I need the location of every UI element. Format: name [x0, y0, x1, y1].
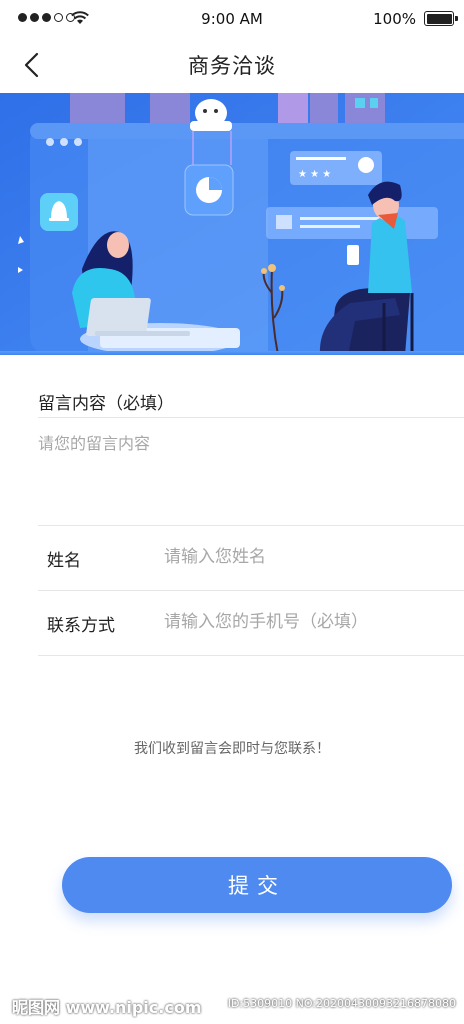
battery-icon [424, 11, 458, 26]
message-content-input[interactable] [38, 430, 438, 510]
phone-label: 联系方式 [47, 616, 115, 636]
nav-bar: 商务洽谈 [0, 38, 464, 92]
message-content-label: 留言内容（必填） [38, 394, 174, 414]
watermark-id: ID:5309010 NO:20200430093216878080 [227, 997, 456, 1010]
name-label: 姓名 [47, 551, 81, 571]
watermark-logo: 昵图网 www.nipic.com [12, 998, 202, 1017]
svg-text:★ ★ ★: ★ ★ ★ [298, 169, 331, 180]
status-bar: 9:00 AM 100% [0, 0, 464, 38]
hero-banner: ★ ★ ★ [0, 93, 464, 355]
divider [38, 417, 464, 418]
name-input[interactable] [164, 542, 454, 572]
page-title: 商务洽谈 [188, 54, 276, 78]
business-illustration: ★ ★ ★ [0, 93, 464, 355]
contact-notice: 我们收到留言会即时与您联系！ [134, 741, 330, 757]
phone-row: 联系方式 [38, 591, 464, 655]
submit-button[interactable]: 提交 [62, 857, 452, 913]
divider [38, 655, 464, 656]
name-row: 姓名 [38, 526, 464, 590]
battery-percentage: 100% [373, 10, 416, 28]
phone-input[interactable] [164, 607, 454, 637]
